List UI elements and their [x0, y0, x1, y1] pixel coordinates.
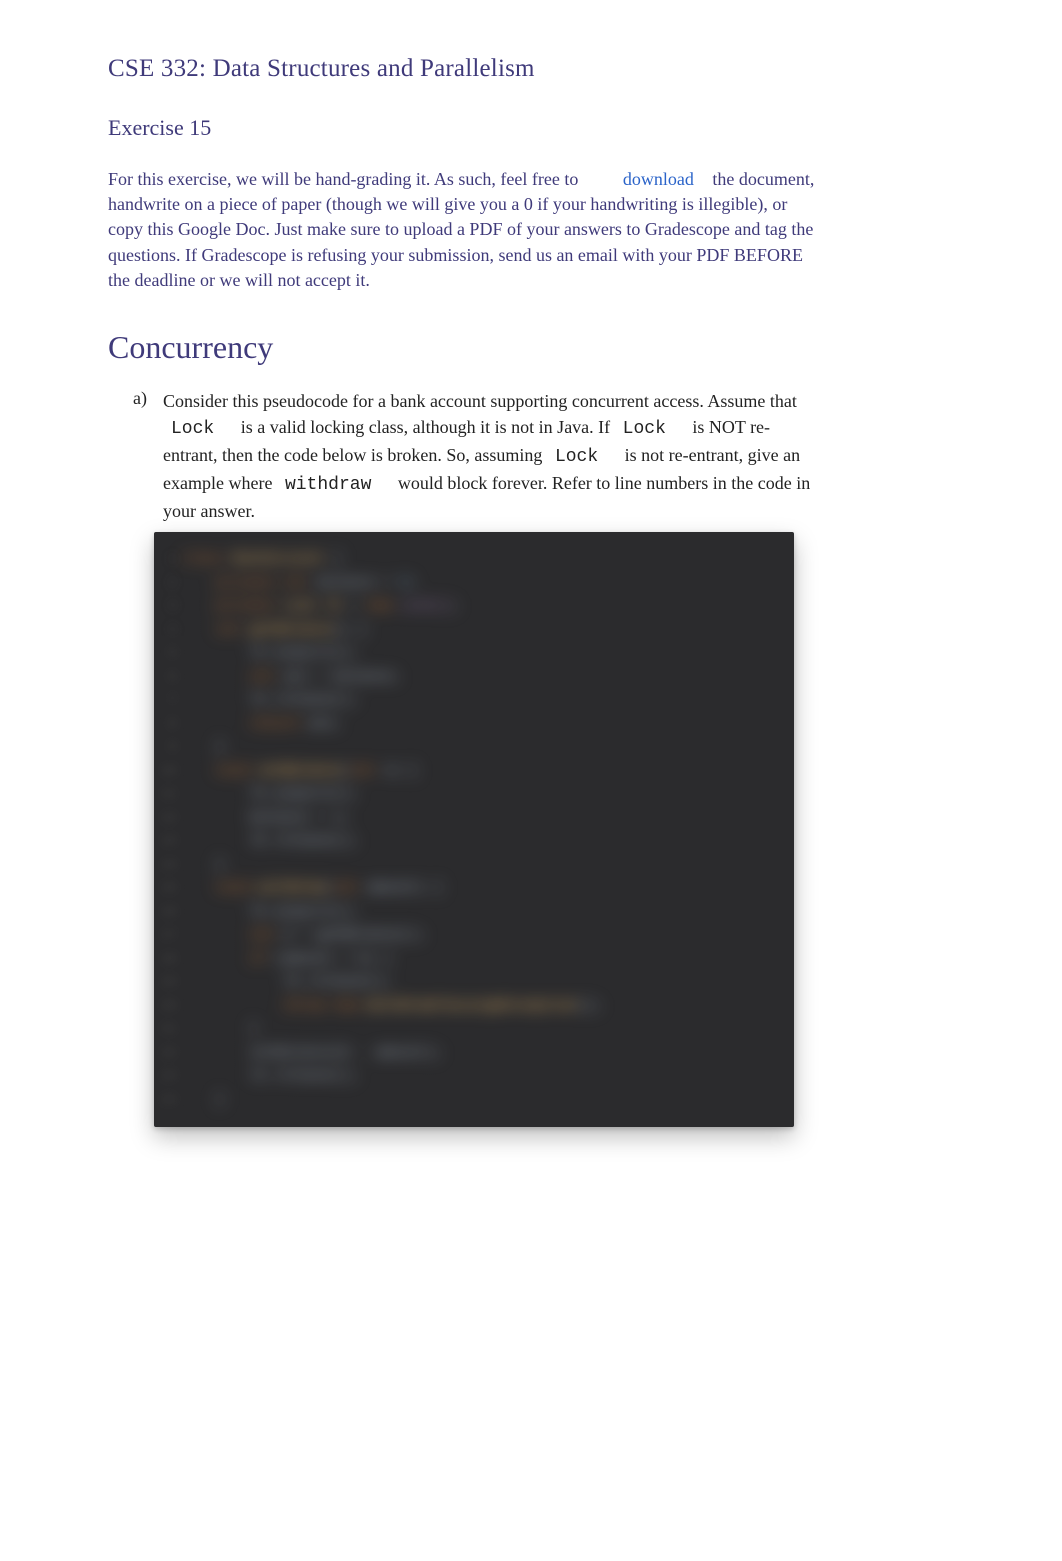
inline-code-lock-3: Lock [547, 447, 620, 467]
line-number: 12 [154, 807, 182, 831]
line-number: 21 [154, 1018, 182, 1042]
line-number: 16 [154, 901, 182, 925]
line-number: 15 [154, 877, 182, 901]
line-number: 22 [154, 1042, 182, 1066]
code-line: class BankAccount { [182, 548, 794, 572]
code-line: lk.release(); [182, 830, 794, 854]
line-number: 4 [154, 619, 182, 643]
code-block-blurred: 123456789101112131415161718192021222324 … [154, 532, 794, 1127]
code-area: class BankAccount { private int balance … [182, 532, 794, 1127]
line-number: 14 [154, 854, 182, 878]
code-line: } [182, 736, 794, 760]
inline-code-withdraw: withdraw [277, 475, 393, 495]
inline-code-lock-1: Lock [163, 419, 236, 439]
line-number: 24 [154, 1089, 182, 1113]
line-number: 20 [154, 995, 182, 1019]
code-line: lk.release(); [182, 1065, 794, 1089]
intro-paragraph: For this exercise, we will be hand-gradi… [108, 167, 818, 293]
document-page: CSE 332: Data Structures and Parallelism… [0, 0, 1062, 1561]
line-number: 9 [154, 736, 182, 760]
line-number: 2 [154, 572, 182, 596]
code-line: if (amount > b) { [182, 948, 794, 972]
line-number: 8 [154, 713, 182, 737]
code-line: lk.acquire(); [182, 642, 794, 666]
code-line: setBalance(b - amount); [182, 1042, 794, 1066]
code-line: } [182, 854, 794, 878]
intro-text-1: For this exercise, we will be hand-gradi… [108, 169, 583, 189]
code-gutter: 123456789101112131415161718192021222324 [154, 532, 182, 1127]
download-link[interactable]: download [623, 169, 694, 189]
line-number: 19 [154, 971, 182, 995]
line-number: 3 [154, 595, 182, 619]
line-number: 6 [154, 666, 182, 690]
question-marker: a) [133, 388, 163, 524]
code-line: } [182, 1018, 794, 1042]
code-line: int ans = balance; [182, 666, 794, 690]
exercise-title: Exercise 15 [108, 115, 818, 141]
line-number: 1 [154, 548, 182, 572]
code-line: } [182, 1089, 794, 1113]
code-line: lk.acquire(); [182, 783, 794, 807]
question-a: a) Consider this pseudocode for a bank a… [133, 388, 818, 524]
code-line: void setBalance(int x) { [182, 760, 794, 784]
code-line: private Lock lk = new Lock(); [182, 595, 794, 619]
line-number: 10 [154, 760, 182, 784]
document-content: CSE 332: Data Structures and Parallelism… [108, 55, 818, 1127]
line-number: 23 [154, 1065, 182, 1089]
code-line: int getBalance() { [182, 619, 794, 643]
question-text-1: Consider this pseudocode for a bank acco… [163, 391, 797, 411]
course-title: CSE 332: Data Structures and Parallelism [108, 55, 818, 83]
code-line: return ans; [182, 713, 794, 737]
code-line: throw new WithdrawTooLargeException(); [182, 995, 794, 1019]
code-line: private int balance = 0; [182, 572, 794, 596]
section-title: Concurrency [108, 329, 818, 366]
line-number: 18 [154, 948, 182, 972]
code-line: balance = x; [182, 807, 794, 831]
line-number: 11 [154, 783, 182, 807]
code-line: void withdraw(int amount) { [182, 877, 794, 901]
question-text-2: is a valid locking class, although it is… [241, 417, 615, 437]
code-line: lk.acquire(); [182, 901, 794, 925]
code-line: lk.release(); [182, 689, 794, 713]
inline-code-lock-2: Lock [615, 419, 688, 439]
code-line: lk.release(); [182, 971, 794, 995]
line-number: 13 [154, 830, 182, 854]
line-number: 7 [154, 689, 182, 713]
line-number: 17 [154, 924, 182, 948]
question-body: Consider this pseudocode for a bank acco… [163, 388, 818, 524]
code-line: int b = getBalance(); [182, 924, 794, 948]
line-number: 5 [154, 642, 182, 666]
